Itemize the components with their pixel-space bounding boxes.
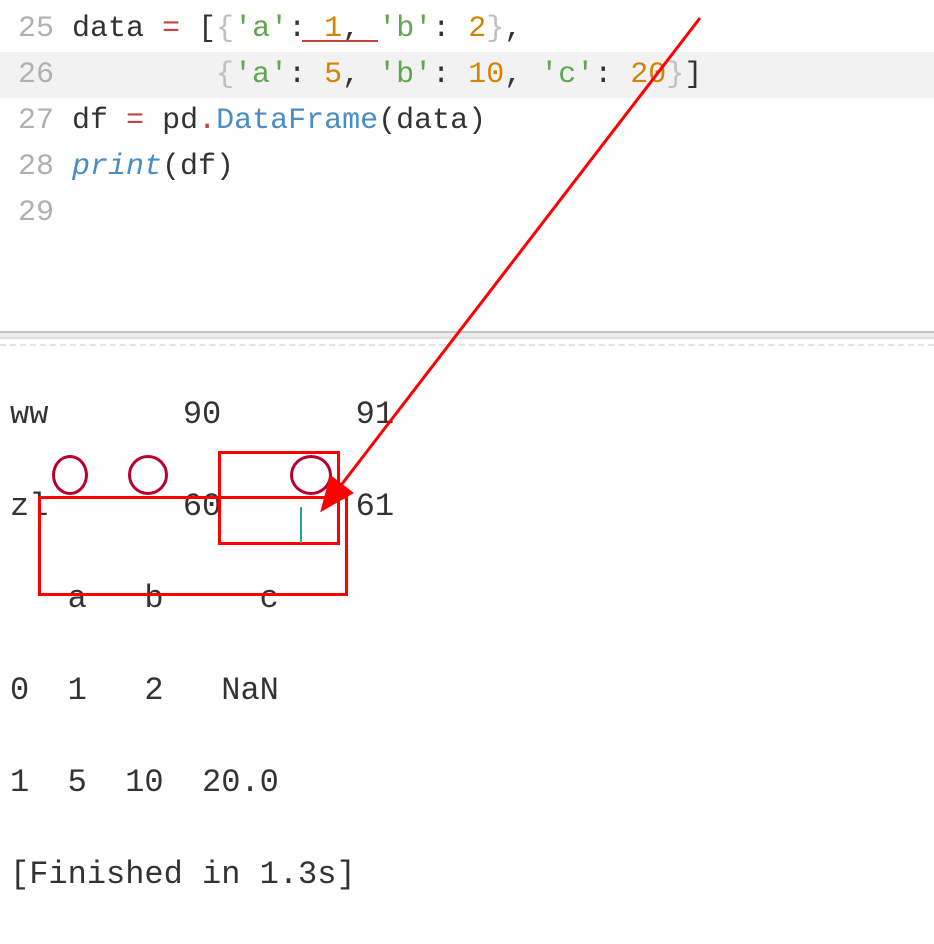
identifier: data: [72, 12, 144, 46]
string: 'b': [378, 12, 432, 46]
number: 10: [468, 58, 504, 92]
output-row: a b c: [10, 576, 934, 622]
code-line[interactable]: 25 data = [{'a': 1, 'b': 2},: [0, 6, 934, 52]
operator: .: [198, 104, 216, 138]
punct: {: [216, 12, 234, 46]
identifier: df: [180, 150, 216, 184]
output-row: zl 60 61: [10, 484, 934, 530]
string: 'b': [378, 58, 432, 92]
operator: =: [162, 12, 180, 46]
output-pane[interactable]: ww 90 91 zl 60 61 a b c 0 1 2 NaN 1 5 10…: [0, 344, 934, 944]
number: 20: [630, 58, 666, 92]
string: 'c': [540, 58, 594, 92]
punct: {: [216, 58, 234, 92]
output-row: 0 1 2 NaN: [10, 668, 934, 714]
output-row: [Finished in 1.3s]: [10, 852, 934, 898]
code-line[interactable]: 27 df = pd.DataFrame(data): [0, 98, 934, 144]
line-number: 27: [0, 104, 72, 138]
line-number: 25: [0, 12, 72, 46]
code-editor[interactable]: 25 data = [{'a': 1, 'b': 2}, 26 {'a': 5,…: [0, 0, 934, 236]
punct: (: [162, 150, 180, 184]
text-cursor-icon: [300, 507, 302, 543]
code-line[interactable]: 28 print(df): [0, 144, 934, 190]
code-line[interactable]: 29: [0, 190, 934, 236]
code-content[interactable]: data = [{'a': 1, 'b': 2},: [72, 12, 522, 46]
output-row: 1 5 10 20.0: [10, 760, 934, 806]
class-name: DataFrame: [216, 104, 378, 138]
punct: }: [666, 58, 684, 92]
punct: }: [486, 12, 504, 46]
builtin-func: print: [72, 150, 162, 184]
punct: ): [468, 104, 486, 138]
punct: ): [216, 150, 234, 184]
identifier: df: [72, 104, 108, 138]
punct: :: [432, 58, 450, 92]
number: 2: [468, 12, 486, 46]
identifier: pd: [162, 104, 198, 138]
code-content[interactable]: df = pd.DataFrame(data): [72, 104, 486, 138]
punct: ]: [684, 58, 702, 92]
punct: ,: [504, 12, 522, 46]
line-number: 28: [0, 150, 72, 184]
string: 'a': [234, 58, 288, 92]
code-line[interactable]: 26 {'a': 5, 'b': 10, 'c': 20}]: [0, 52, 934, 98]
code-content[interactable]: print(df): [72, 150, 234, 184]
punct: :: [594, 58, 612, 92]
pane-divider[interactable]: [0, 331, 934, 339]
number: 5: [324, 58, 342, 92]
punct: :: [288, 58, 306, 92]
lint-underline-icon: [302, 40, 378, 42]
string: 'a': [234, 12, 288, 46]
line-number: 26: [0, 58, 72, 92]
punct: ,: [342, 58, 360, 92]
code-content[interactable]: {'a': 5, 'b': 10, 'c': 20}]: [72, 58, 702, 92]
punct: ,: [504, 58, 522, 92]
identifier: data: [396, 104, 468, 138]
punct: :: [432, 12, 450, 46]
punct: [: [198, 12, 216, 46]
punct: (: [378, 104, 396, 138]
operator: =: [126, 104, 144, 138]
line-number: 29: [0, 196, 72, 230]
output-row: ww 90 91: [10, 392, 934, 438]
